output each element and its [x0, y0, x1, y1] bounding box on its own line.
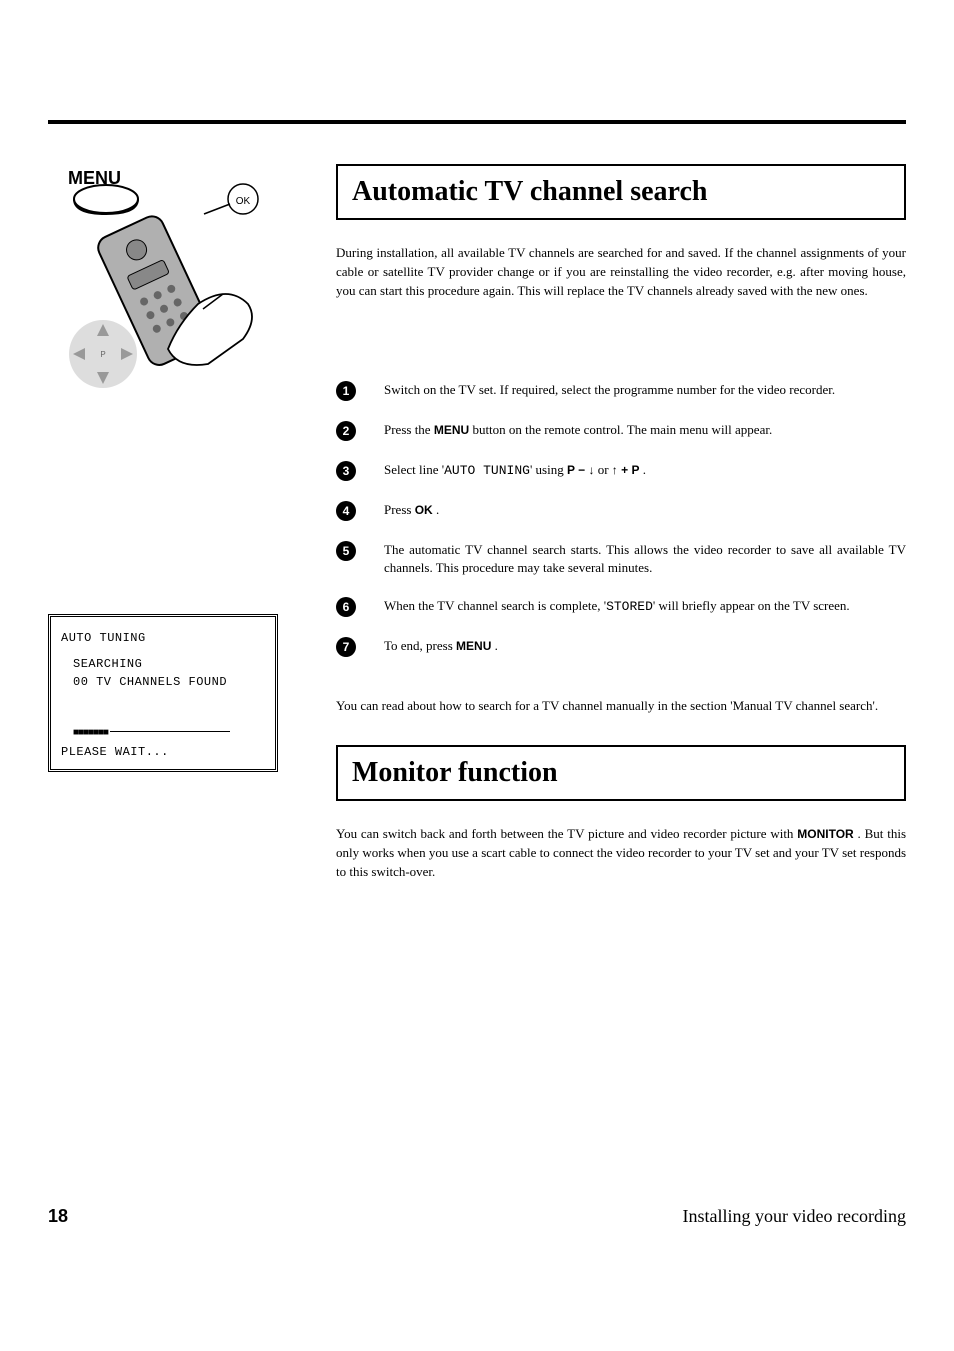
section-title-box-2: Monitor function	[336, 745, 906, 801]
osd-title: AUTO TUNING	[61, 631, 265, 645]
osd-status: SEARCHING	[61, 657, 265, 671]
section-title-2: Monitor function	[352, 757, 890, 789]
step-1: 1 Switch on the TV set. If required, sel…	[336, 381, 906, 401]
page-number: 18	[48, 1206, 68, 1227]
footer-text: Installing your video recording	[683, 1206, 906, 1227]
ok-button-label: OK	[415, 503, 433, 517]
p-minus-down-key: P − ↓	[567, 463, 595, 477]
step-badge: 4	[336, 501, 356, 521]
step-badge: 7	[336, 637, 356, 657]
two-column-layout: MENU OK	[48, 164, 906, 906]
step-text: The automatic TV channel search starts. …	[384, 541, 906, 577]
left-column: MENU OK	[48, 164, 308, 906]
page-footer: 18 Installing your video recording	[0, 1206, 954, 1257]
page-container: MENU OK	[0, 0, 954, 946]
steps-list: 1 Switch on the TV set. If required, sel…	[336, 381, 906, 657]
step-2: 2 Press the MENU button on the remote co…	[336, 421, 906, 441]
step-badge: 1	[336, 381, 356, 401]
step-text: Press OK .	[384, 501, 906, 519]
step-badge: 5	[336, 541, 356, 561]
section-title-1: Automatic TV channel search	[352, 176, 890, 208]
remote-illustration: MENU OK	[48, 164, 268, 394]
step-7: 7 To end, press MENU .	[336, 637, 906, 657]
monitor-button-label: MONITOR	[797, 827, 853, 841]
osd-screen-box: AUTO TUNING SEARCHING 00 TV CHANNELS FOU…	[48, 614, 278, 772]
step-text: Select line 'AUTO TUNING' using P − ↓ or…	[384, 461, 906, 480]
section1-intro: During installation, all available TV ch…	[336, 244, 906, 301]
osd-wait: PLEASE WAIT...	[61, 745, 265, 759]
step-6: 6 When the TV channel search is complete…	[336, 597, 906, 617]
step-badge: 3	[336, 461, 356, 481]
osd-progress: ■■■■■■■	[61, 725, 265, 739]
step-text: When the TV channel search is complete, …	[384, 597, 906, 616]
osd-found: 00 TV CHANNELS FOUND	[61, 675, 265, 689]
step-3: 3 Select line 'AUTO TUNING' using P − ↓ …	[336, 461, 906, 481]
step-badge: 6	[336, 597, 356, 617]
up-plus-p-key: ↑ + P	[612, 463, 640, 477]
section-title-box-1: Automatic TV channel search	[336, 164, 906, 220]
stored-mono: STORED	[606, 599, 653, 614]
right-column: Automatic TV channel search During insta…	[336, 164, 906, 906]
menu-button-label: MENU	[434, 423, 469, 437]
svg-text:P: P	[100, 350, 105, 359]
ok-label: OK	[236, 196, 251, 207]
top-rule	[48, 120, 906, 124]
step-badge: 2	[336, 421, 356, 441]
step-4: 4 Press OK .	[336, 501, 906, 521]
step-5: 5 The automatic TV channel search starts…	[336, 541, 906, 577]
section2-intro: You can switch back and forth between th…	[336, 825, 906, 882]
step-text: Press the MENU button on the remote cont…	[384, 421, 906, 439]
auto-tuning-mono: AUTO TUNING	[444, 463, 530, 478]
remote-drawing-icon: MENU OK	[48, 164, 268, 394]
menu-button-label: MENU	[456, 639, 491, 653]
step-text: To end, press MENU .	[384, 637, 906, 655]
step-text: Switch on the TV set. If required, selec…	[384, 381, 906, 399]
osd-progress-blocks: ■■■■■■■	[73, 728, 108, 739]
osd-progress-track	[110, 731, 230, 732]
section1-footnote: You can read about how to search for a T…	[336, 697, 906, 715]
